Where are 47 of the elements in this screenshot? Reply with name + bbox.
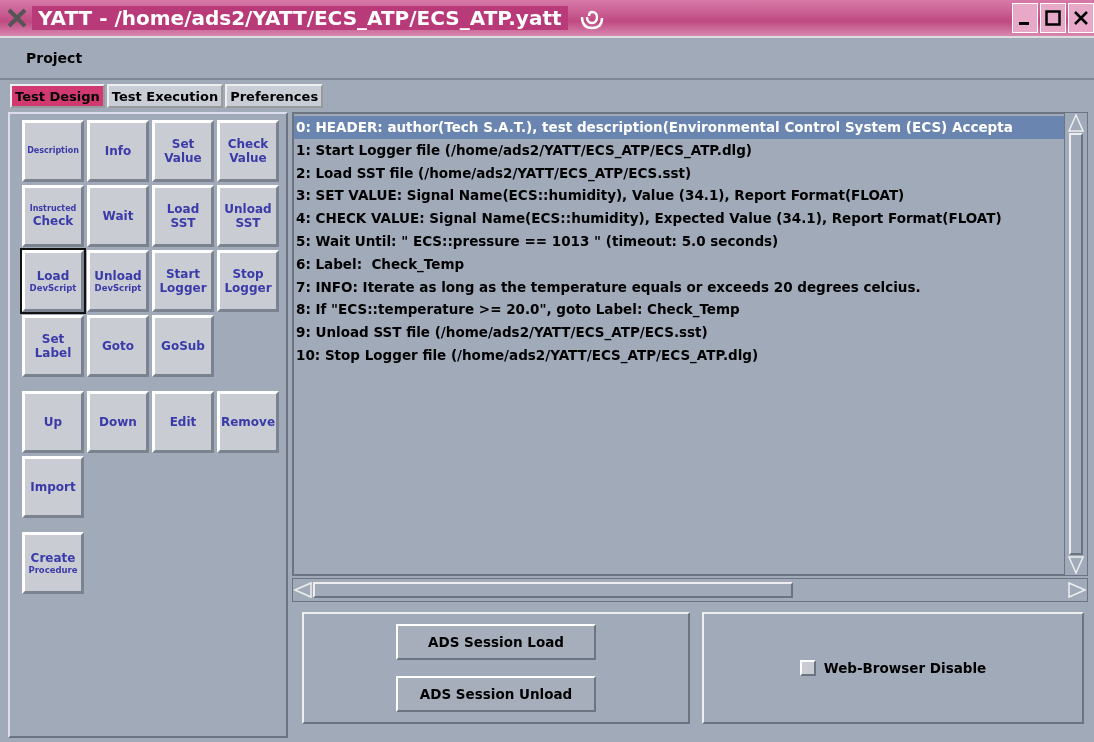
step-item[interactable]: 7: INFO: Iterate as long as the temperature equals or exceeds 20 degrees celcius.: [294, 275, 1064, 299]
step-item[interactable]: 9: Unload SST file (/home/ads2/YATT/ECS_ATP/ECS.sst): [294, 321, 1064, 344]
tab[interactable]: Preferences: [225, 84, 324, 108]
step-item[interactable]: 4: CHECK VALUE: Signal Name(ECS::humidity), Expected Value (34.1), Report Format(FLOAT): [294, 207, 1064, 230]
menu-item[interactable]: Project: [26, 50, 83, 66]
tool-button[interactable]: Info: [87, 120, 149, 182]
maximize-button[interactable]: [1040, 3, 1066, 33]
tool-button[interactable]: Set Value: [152, 120, 214, 182]
step-item[interactable]: 3: SET VALUE: Signal Name(ECS::humidity), Value (34.1), Report Format(FLOAT): [294, 184, 1064, 208]
tool-button[interactable]: Load DevScript: [22, 250, 84, 312]
step-item[interactable]: 6: Label: Check_Temp: [294, 252, 1064, 276]
tab[interactable]: Test Execution: [106, 84, 224, 108]
tool-button[interactable]: Set Label: [22, 315, 84, 377]
x-logo-icon: [6, 7, 28, 29]
step-item[interactable]: 5: Wait Until: " ECS::pressure == 1013 " (timeout: 5.0 seconds): [294, 230, 1064, 253]
tool-button[interactable]: Create Procedure: [22, 532, 84, 594]
tool-button[interactable]: GoSub: [152, 315, 214, 377]
tool-button[interactable]: Unload SST: [217, 185, 279, 247]
window-title: YATT - /home/ads2/YATT/ECS_ATP/ECS_ATP.yatt: [32, 6, 568, 30]
step-item[interactable]: 10: Stop Logger file (/home/ads2/YATT/ECS_ATP/ECS_ATP.dlg): [294, 343, 1064, 367]
step-item[interactable]: 2: Load SST file (/home/ads2/YATT/ECS_ATP/ECS.sst): [294, 161, 1064, 185]
minimize-button[interactable]: [1012, 3, 1038, 33]
tool-button[interactable]: Down: [87, 391, 149, 453]
tab[interactable]: Test Design: [10, 84, 105, 108]
step-item[interactable]: 1: Start Logger file (/home/ads2/YATT/ECS_ATP/ECS_ATP.dlg): [294, 138, 1064, 162]
step-item[interactable]: 0: HEADER: author(Tech S.A.T.), test description(Environmental Control System (ECS) Accepta: [294, 116, 1064, 139]
close-icon[interactable]: [1073, 10, 1089, 26]
tool-button[interactable]: Goto: [87, 315, 149, 377]
maximize-icon[interactable]: [1045, 10, 1061, 26]
session-button[interactable]: ADS Session Unload: [396, 676, 596, 712]
checkbox[interactable]: [799, 660, 816, 676]
tool-button[interactable]: Instructed Check: [22, 185, 84, 247]
tool-button[interactable]: Start Logger: [152, 250, 214, 312]
tool-button[interactable]: Edit: [152, 391, 214, 453]
tool-button[interactable]: Remove: [217, 391, 279, 453]
tool-button[interactable]: Import: [22, 456, 84, 518]
checkbox-label: Web-Browser Disable: [823, 660, 987, 676]
tool-button[interactable]: Up: [22, 391, 84, 453]
tool-button[interactable]: Stop Logger: [217, 250, 279, 312]
tool-button[interactable]: Check Value: [217, 120, 279, 182]
tool-button[interactable]: Load SST: [152, 185, 214, 247]
close-button[interactable]: [1068, 3, 1094, 33]
tool-button[interactable]: Description: [22, 120, 84, 182]
step-item[interactable]: 8: If "ECS::temperature >= 20.0", goto Label: Check_Temp: [294, 298, 1064, 322]
tool-button[interactable]: Wait: [87, 185, 149, 247]
tool-button[interactable]: Unload DevScript: [87, 250, 149, 312]
session-button[interactable]: ADS Session Load: [396, 624, 596, 660]
